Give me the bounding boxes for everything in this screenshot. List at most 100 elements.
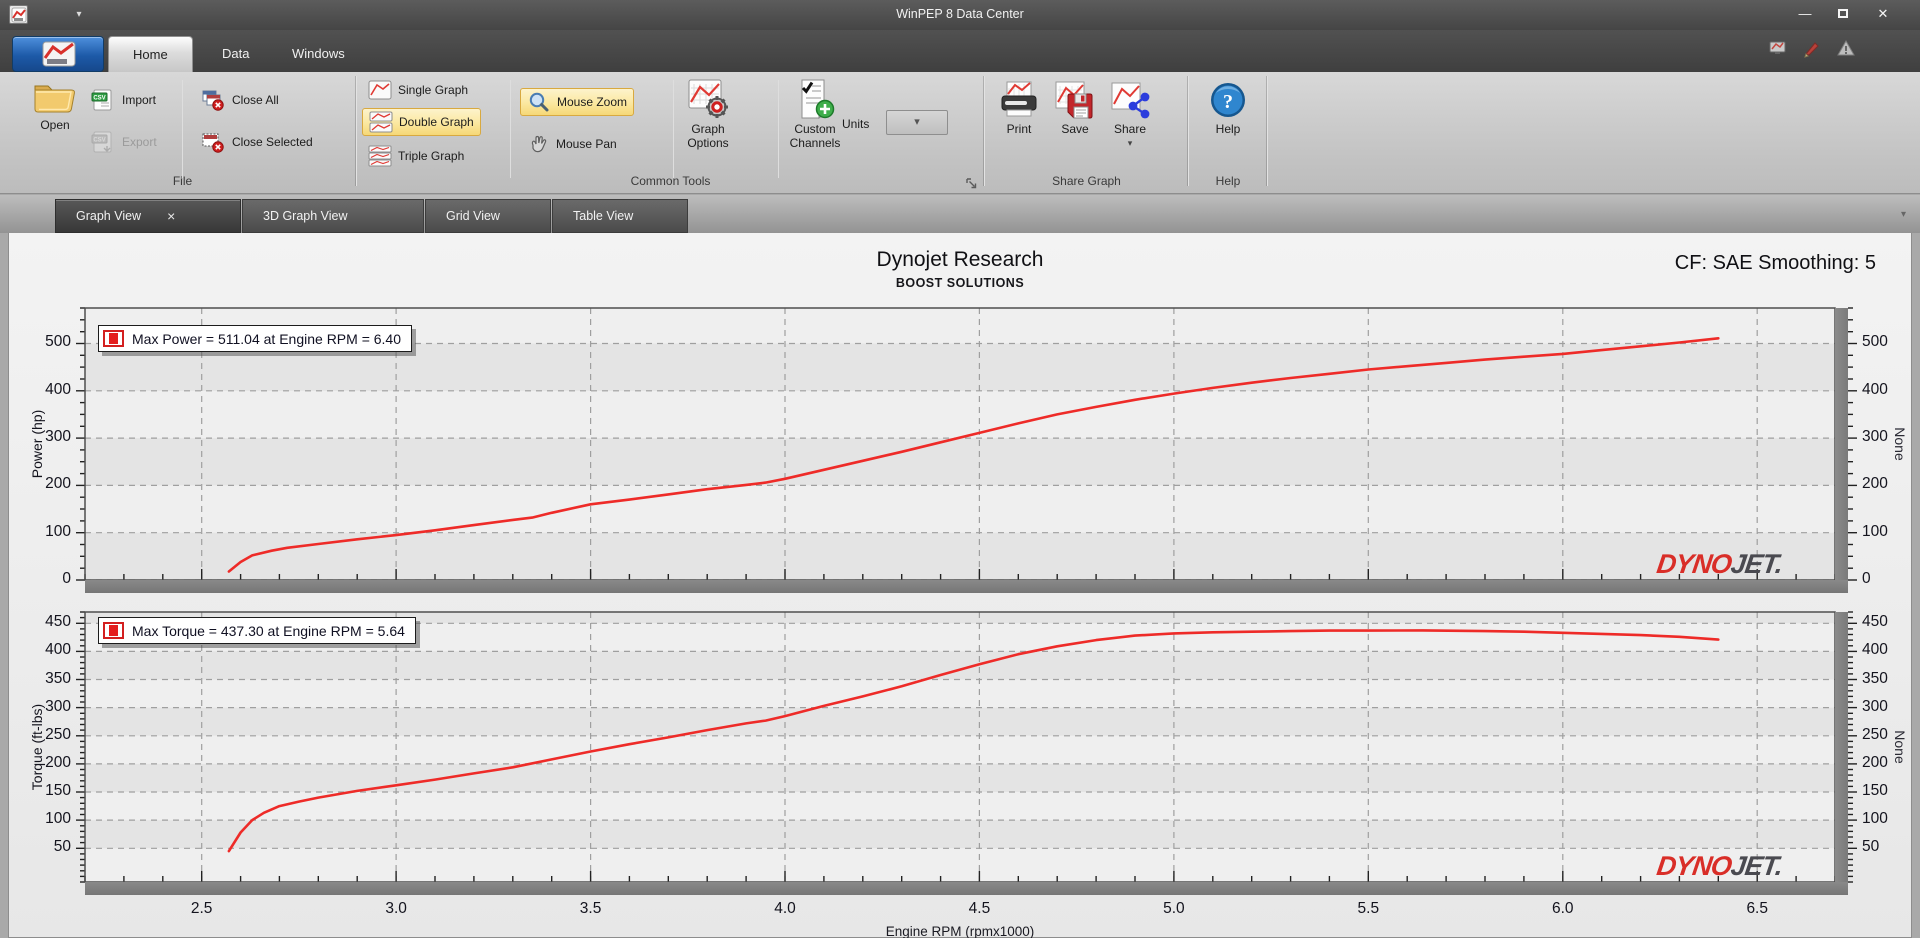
chevron-down-icon[interactable]: ▾ bbox=[1901, 209, 1906, 220]
dynojet-logo: DYNOJET. bbox=[1655, 549, 1784, 580]
close-tab-icon[interactable]: × bbox=[167, 208, 175, 224]
open-button[interactable]: Open bbox=[24, 78, 86, 132]
y-tick-label: 50 bbox=[53, 838, 71, 856]
tab-data[interactable]: Data bbox=[198, 36, 273, 72]
y-tick-label-right: 250 bbox=[1862, 725, 1888, 743]
tab-table-view[interactable]: Table View bbox=[552, 199, 688, 233]
x-tick-label: 2.5 bbox=[190, 900, 213, 917]
legend-swatch bbox=[103, 330, 124, 347]
tab-windows[interactable]: Windows bbox=[268, 36, 369, 72]
close-selected-label: Close Selected bbox=[232, 135, 313, 149]
custom-channels-icon bbox=[801, 79, 835, 120]
x-tick-label: 3.0 bbox=[385, 900, 407, 917]
y-tick-label-right: 450 bbox=[1862, 613, 1888, 631]
close-button[interactable]: ✕ bbox=[1868, 4, 1898, 24]
right-axis-title: None bbox=[1892, 730, 1908, 764]
triple-graph-label: Triple Graph bbox=[398, 149, 465, 163]
share-button[interactable]: Share ▾ bbox=[1104, 80, 1156, 149]
help-label: Help bbox=[1215, 122, 1241, 136]
winpep-logo-icon bbox=[42, 41, 76, 67]
tab-3d-graph-view[interactable]: 3D Graph View bbox=[242, 199, 424, 233]
import-button[interactable]: CSV Import bbox=[84, 86, 162, 114]
group-label-file: File bbox=[172, 174, 193, 188]
y-tick-label-right: 50 bbox=[1862, 838, 1880, 856]
torque-chart: 50 50 100 100 150 150 200 200 250 250 300 300 350 350… bbox=[0, 611, 1920, 938]
triple-graph-icon bbox=[368, 145, 392, 167]
y-tick-label: 100 bbox=[45, 810, 71, 828]
tab-graph-view[interactable]: Graph View × bbox=[55, 199, 241, 233]
power-legend[interactable]: Max Power = 511.04 at Engine RPM = 6.40 bbox=[98, 325, 413, 352]
save-button[interactable]: Save bbox=[1050, 80, 1100, 136]
export-button[interactable]: CSV Export bbox=[84, 128, 163, 156]
mouse-zoom-label: Mouse Zoom bbox=[557, 95, 628, 109]
warning-icon[interactable] bbox=[1836, 38, 1858, 58]
units-label: Units bbox=[842, 117, 870, 131]
monitor-icon[interactable] bbox=[1768, 38, 1790, 58]
plot-right-shadow bbox=[1835, 612, 1848, 882]
maximize-button[interactable] bbox=[1828, 4, 1858, 24]
brush-icon[interactable] bbox=[1802, 38, 1824, 58]
y-tick-label-right: 100 bbox=[1862, 810, 1888, 828]
group-label-common-tools: Common Tools bbox=[630, 174, 711, 188]
graph-title: Dynojet Research bbox=[876, 248, 1044, 271]
close-all-label: Close All bbox=[232, 93, 279, 107]
mouse-zoom-button[interactable]: Mouse Zoom bbox=[520, 88, 635, 116]
plot-right-shadow bbox=[1835, 308, 1848, 580]
y-tick-label: 100 bbox=[45, 522, 71, 540]
hand-icon bbox=[531, 135, 547, 153]
single-graph-icon bbox=[368, 80, 392, 100]
chevron-down-icon: ▾ bbox=[914, 116, 920, 128]
y-tick-label-right: 200 bbox=[1862, 475, 1888, 493]
y-tick-label-right: 400 bbox=[1862, 380, 1888, 398]
svg-text:?: ? bbox=[1223, 91, 1233, 113]
legend-swatch-square bbox=[109, 625, 118, 636]
x-tick-label: 5.5 bbox=[1357, 900, 1380, 917]
single-graph-button[interactable]: Single Graph bbox=[362, 76, 474, 104]
print-button[interactable]: Print bbox=[992, 80, 1046, 136]
units-dropdown[interactable]: ▾ bbox=[886, 110, 948, 135]
group-separator bbox=[1187, 76, 1189, 186]
right-axis-title: None bbox=[1892, 427, 1908, 461]
logo-dyno: DYNO bbox=[1654, 549, 1734, 579]
legend-text: Max Power = 511.04 at Engine RPM = 6.40 bbox=[132, 330, 402, 347]
x-tick-label: 6.0 bbox=[1551, 900, 1574, 917]
double-graph-button[interactable]: Double Graph bbox=[362, 108, 481, 136]
close-all-button[interactable]: Close All bbox=[194, 86, 285, 114]
y-tick-label-right: 300 bbox=[1862, 697, 1888, 715]
dialog-launcher-icon[interactable] bbox=[965, 177, 978, 190]
divider bbox=[673, 80, 674, 178]
plot-bottom-shadow bbox=[85, 882, 1848, 895]
minimize-button[interactable]: — bbox=[1790, 4, 1820, 24]
custom-channels-button[interactable]: Custom Channels bbox=[784, 78, 846, 150]
tab-home[interactable]: Home bbox=[108, 36, 193, 72]
tab-grid-view[interactable]: Grid View bbox=[425, 199, 551, 233]
y-tick-label: 400 bbox=[45, 641, 71, 659]
mouse-pan-button[interactable]: Mouse Pan bbox=[520, 130, 623, 158]
svg-text:CSV: CSV bbox=[93, 137, 105, 143]
torque-legend[interactable]: Max Torque = 437.30 at Engine RPM = 5.64 bbox=[98, 617, 416, 644]
single-graph-label: Single Graph bbox=[398, 83, 469, 97]
mouse-pan-label: Mouse Pan bbox=[556, 137, 617, 151]
group-separator bbox=[1266, 76, 1268, 186]
share-label: Share bbox=[1113, 122, 1147, 136]
close-selected-button[interactable]: Close Selected bbox=[194, 128, 319, 156]
export-label: Export bbox=[122, 135, 157, 149]
close-selected-icon bbox=[202, 133, 224, 153]
ribbon-tab-strip: Home Data Windows bbox=[0, 30, 1920, 72]
torque-plot-area[interactable] bbox=[76, 611, 1857, 883]
custom-channels-label: Custom Channels bbox=[789, 122, 841, 150]
help-button[interactable]: ? Help bbox=[1204, 80, 1252, 136]
save-label: Save bbox=[1061, 122, 1089, 136]
open-label: Open bbox=[40, 118, 70, 132]
ribbon: Open CSV Import CSV Export Close All Clo… bbox=[0, 72, 1920, 255]
group-separator bbox=[355, 76, 357, 186]
y-tick-label-right: 400 bbox=[1862, 641, 1888, 659]
graph-options-button[interactable]: Graph Options bbox=[680, 78, 736, 150]
divider bbox=[778, 80, 779, 178]
group-label-share-graph: Share Graph bbox=[1052, 174, 1121, 188]
application-menu-button[interactable] bbox=[12, 36, 104, 72]
correction-smoothing-info: CF: SAE Smoothing: 5 bbox=[1674, 252, 1876, 274]
y-tick-label: 0 bbox=[62, 570, 71, 587]
triple-graph-button[interactable]: Triple Graph bbox=[362, 142, 470, 170]
chevron-down-icon: ▾ bbox=[1127, 138, 1133, 148]
